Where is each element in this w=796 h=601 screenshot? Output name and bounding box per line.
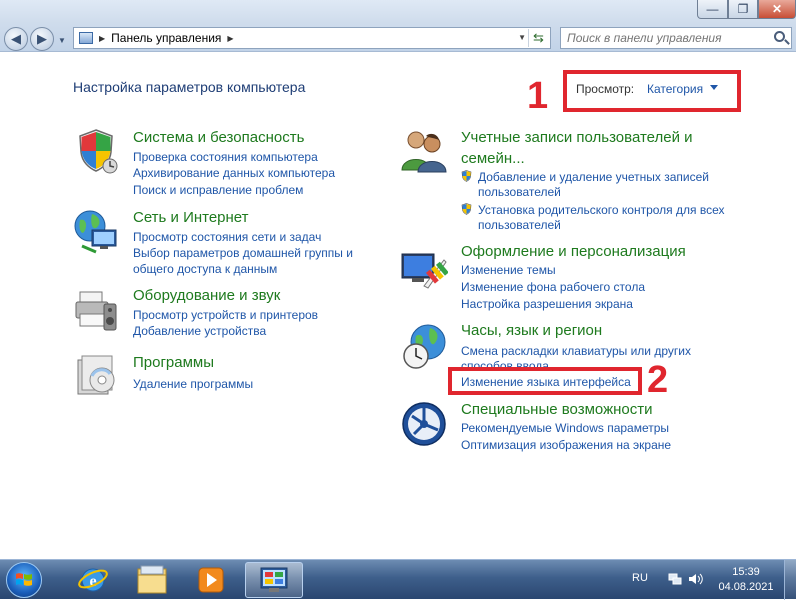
link-change-keyboard[interactable]: Смена раскладки клавиатуры или других — [461, 344, 691, 358]
back-button[interactable]: ◀ — [4, 27, 28, 51]
link-recommended-settings[interactable]: Рекомендуемые Windows параметры — [461, 421, 669, 435]
media-player-icon — [198, 567, 224, 593]
view-by-highlight: Просмотр: Категория — [563, 70, 741, 112]
taskbar: e RU 15:39 04.08.2021 — [0, 559, 796, 600]
refresh-button[interactable]: ⇆ — [528, 29, 548, 47]
volume-tray-icon[interactable] — [688, 572, 704, 586]
view-by-dropdown[interactable]: Категория — [647, 82, 703, 96]
programs-box-icon[interactable] — [72, 352, 120, 400]
chevron-down-icon[interactable] — [710, 85, 718, 90]
link-devices-printers[interactable]: Просмотр устройств и принтеров — [133, 308, 318, 322]
link-add-device[interactable]: Добавление устройства — [133, 324, 266, 338]
breadcrumb-arrow-icon[interactable]: ▶ — [99, 34, 105, 43]
address-dropdown-icon[interactable]: ▼ — [518, 33, 526, 42]
ease-of-access-icon[interactable] — [400, 400, 448, 448]
system-security-shield-icon[interactable] — [72, 126, 120, 174]
network-globe-icon[interactable] — [72, 208, 120, 256]
minimize-button[interactable]: — — [697, 0, 728, 19]
category-title-accounts-cont[interactable]: семейн... — [461, 150, 525, 167]
category-title-hardware[interactable]: Оборудование и звук — [133, 287, 280, 304]
link-change-theme[interactable]: Изменение темы — [461, 263, 556, 277]
taskbar-media-player[interactable] — [182, 562, 240, 598]
network-tray-icon[interactable] — [668, 572, 682, 586]
start-orb-icon[interactable] — [6, 562, 42, 598]
control-panel-icon — [79, 32, 93, 44]
category-title-access[interactable]: Специальные возможности — [461, 401, 653, 418]
category-title-programs[interactable]: Программы — [133, 354, 214, 371]
printer-sound-icon[interactable] — [72, 286, 120, 334]
control-panel-icon — [260, 567, 288, 592]
internet-explorer-icon: e — [78, 568, 108, 592]
link-change-background[interactable]: Изменение фона рабочего стола — [461, 280, 645, 294]
link-parental-controls[interactable]: Установка родительского контроля для все… — [478, 203, 725, 217]
link-parental-controls-cont[interactable]: пользователей — [478, 218, 561, 232]
view-by-label: Просмотр: — [576, 82, 635, 96]
link-screen-resolution[interactable]: Настройка разрешения экрана — [461, 297, 633, 311]
search-box[interactable] — [560, 27, 792, 49]
clock-time: 15:39 — [732, 566, 760, 578]
uac-shield-icon — [461, 203, 472, 215]
annotation-number-1: 1 — [527, 75, 549, 117]
link-homegroup-cont[interactable]: общего доступа к данным — [133, 262, 277, 276]
link-check-status[interactable]: Проверка состояния компьютера — [133, 150, 318, 164]
forward-button[interactable]: ▶ — [30, 27, 54, 51]
category-title-clock[interactable]: Часы, язык и регион — [461, 322, 602, 339]
category-title-accounts[interactable]: Учетные записи пользователей и — [461, 129, 693, 146]
windows-logo-icon — [16, 573, 32, 586]
search-input[interactable] — [561, 28, 761, 48]
link-change-keyboard-cont[interactable]: способов ввода — [461, 359, 549, 367]
recent-pages-dropdown[interactable]: ▼ — [58, 36, 66, 45]
clock-date: 04.08.2021 — [718, 581, 774, 593]
svg-text:e: e — [89, 573, 96, 590]
link-troubleshoot[interactable]: Поиск и исправление проблем — [133, 183, 303, 197]
link-backup[interactable]: Архивирование данных компьютера — [133, 166, 335, 180]
appearance-monitor-icon[interactable] — [400, 246, 448, 294]
user-accounts-icon[interactable] — [400, 126, 448, 174]
category-title-network[interactable]: Сеть и Интернет — [133, 209, 249, 226]
link-uninstall[interactable]: Удаление программы — [133, 377, 253, 391]
link-homegroup[interactable]: Выбор параметров домашней группы и — [133, 246, 353, 260]
category-title-appearance[interactable]: Оформление и персонализация — [461, 243, 686, 260]
maximize-button[interactable]: ❐ — [728, 0, 758, 19]
link-change-display-language[interactable]: Изменение языка интерфейса — [461, 375, 631, 389]
link-add-remove-accounts[interactable]: Добавление и удаление учетных записей — [478, 170, 709, 184]
clock-globe-icon[interactable] — [400, 322, 448, 370]
annotation-number-2: 2 — [647, 359, 669, 401]
taskbar-explorer[interactable] — [123, 562, 181, 598]
breadcrumb-control-panel[interactable]: Панель управления — [111, 31, 221, 45]
taskbar-internet-explorer[interactable]: e — [64, 562, 122, 598]
link-add-remove-accounts-cont[interactable]: пользователей — [478, 185, 561, 199]
window-chrome: — ❐ ✕ ◀ ▶ ▼ ▶ Панель управления ▶ ▼ ⇆ — [0, 0, 796, 52]
uac-shield-icon — [461, 170, 472, 182]
close-button[interactable]: ✕ — [758, 0, 796, 19]
link-network-status[interactable]: Просмотр состояния сети и задач — [133, 230, 321, 244]
category-title-system[interactable]: Система и безопасность — [133, 129, 304, 146]
taskbar-control-panel[interactable] — [245, 562, 303, 598]
address-bar[interactable]: ▶ Панель управления ▶ ▼ ⇆ — [73, 27, 551, 49]
search-icon[interactable] — [774, 31, 785, 42]
page-title: Настройка параметров компьютера — [73, 79, 306, 95]
language-indicator[interactable]: RU — [632, 572, 648, 584]
breadcrumb-arrow-icon[interactable]: ▶ — [227, 34, 233, 43]
link-optimize-display[interactable]: Оптимизация изображения на экране — [461, 438, 671, 452]
show-desktop-button[interactable] — [784, 560, 796, 600]
tray-clock[interactable]: 15:39 04.08.2021 — [716, 565, 776, 595]
explorer-folder-icon — [137, 565, 167, 594]
